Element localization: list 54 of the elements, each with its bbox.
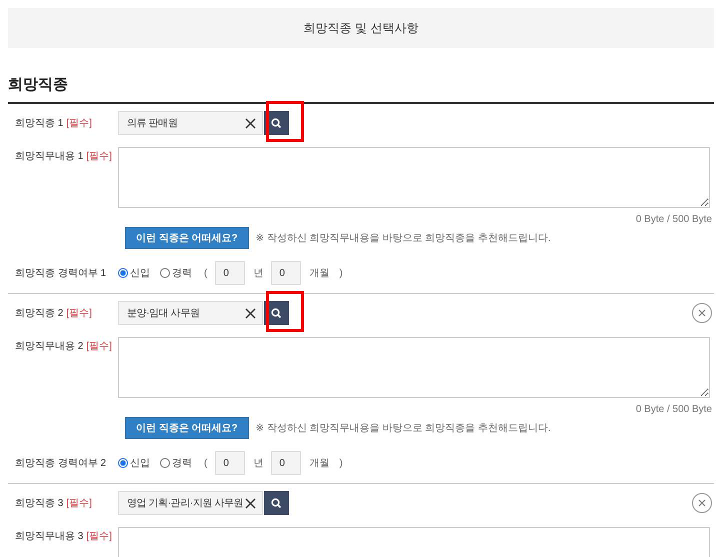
field-label: 희망직종 경력여부 2 [15, 457, 106, 470]
field-label: 희망직무내용 3 [15, 530, 84, 543]
field-label: 희망직종 2 [15, 307, 64, 320]
paren-text: ( [204, 268, 208, 278]
unit-text: 년 [253, 457, 264, 470]
years-field[interactable]: 0 [215, 451, 246, 475]
required-tag: [필수] [86, 339, 112, 353]
field-label: 희망직무내용 2 [15, 340, 84, 353]
clear-icon[interactable] [245, 118, 256, 128]
header-title: 희망직종 및 선택사항 [304, 20, 418, 36]
field-label: 희망직종 3 [15, 497, 64, 510]
byte-count: 0 Byte / 500 Byte [634, 214, 713, 226]
paren-text: ) [339, 268, 343, 278]
description-field[interactable] [118, 337, 710, 398]
search-icon[interactable] [271, 118, 282, 128]
unit-text: 개월 [309, 457, 330, 470]
required-tag: [필수] [66, 496, 92, 510]
suggest-note: ※ 작성하신 희망직무내용을 바탕으로 희망직종을 추천해드립니다. [256, 232, 551, 245]
months-field[interactable]: 0 [271, 451, 302, 475]
suggest-button[interactable]: 이런 직종은 어떠세요? [125, 227, 249, 249]
section-title: 희망직종 [8, 75, 69, 95]
required-tag: [필수] [66, 306, 92, 320]
required-tag: [필수] [66, 116, 92, 130]
paren-text: ) [339, 458, 343, 468]
unit-text: 개월 [309, 267, 330, 280]
suggest-note: ※ 작성하신 희망직무내용을 바탕으로 희망직종을 추천해드립니다. [256, 422, 551, 435]
years-field[interactable]: 0 [215, 261, 246, 285]
required-tag: [필수] [86, 149, 112, 163]
search-button[interactable] [264, 491, 289, 515]
job-field[interactable]: 분양·임대 사무원 [118, 301, 263, 325]
close-icon[interactable] [698, 309, 706, 317]
unit-text: 년 [253, 267, 264, 280]
search-icon[interactable] [271, 308, 282, 318]
close-icon[interactable] [698, 499, 706, 507]
paren-text: ( [204, 458, 208, 468]
job-field[interactable]: 영업 기획·관리·지원 사무원 [118, 491, 263, 515]
suggest-button[interactable]: 이런 직종은 어떠세요? [125, 417, 249, 439]
required-tag: [필수] [86, 529, 112, 543]
radio-option[interactable]: 경력 [160, 456, 192, 470]
byte-count: 0 Byte / 500 Byte [634, 404, 713, 416]
radio-option[interactable]: 신입 [118, 266, 150, 280]
remove-button[interactable] [692, 303, 712, 323]
field-label: 희망직종 1 [15, 117, 64, 130]
clear-icon[interactable] [245, 498, 256, 508]
remove-button[interactable] [692, 493, 712, 513]
field-label: 희망직무내용 1 [15, 150, 84, 163]
radio-option[interactable]: 신입 [118, 456, 150, 470]
radio-option[interactable]: 경력 [160, 266, 192, 280]
search-icon[interactable] [271, 498, 282, 508]
job-field[interactable]: 의류 판매원 [118, 111, 263, 135]
months-field[interactable]: 0 [271, 261, 302, 285]
clear-icon[interactable] [245, 308, 256, 318]
description-field[interactable] [118, 147, 710, 208]
field-label: 희망직종 경력여부 1 [15, 267, 106, 280]
